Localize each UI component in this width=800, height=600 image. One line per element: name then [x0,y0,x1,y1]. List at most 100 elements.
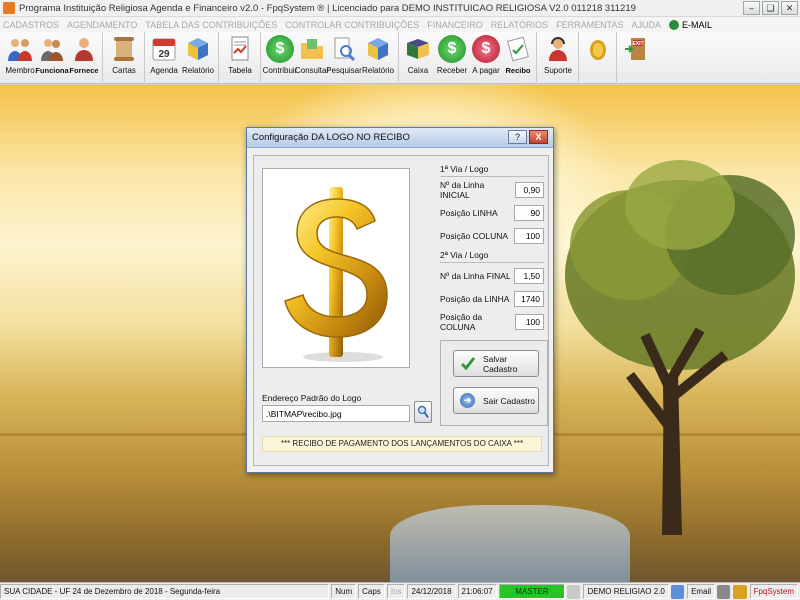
pesquisar-button[interactable]: Pesquisar [326,32,362,82]
posicao-da-linha-input[interactable]: 1740 [514,291,544,307]
agenda-label: Agenda [150,66,178,75]
save-button-label: Salvar Cadastro [483,353,518,374]
via2-row: Posição da COLUNA 100 [440,312,544,332]
menu-cadastros[interactable]: CADASTROS [3,20,59,30]
toolbar-group-cartas: Cartas [106,32,145,82]
caixa-button[interactable]: Caixa [402,32,434,82]
menu-financeiro[interactable]: FINANCEIRO [427,20,483,30]
menu-agendamento[interactable]: AGENDAMENTO [67,20,137,30]
relatorio-agenda-label: Relatório [181,66,214,75]
status-city-date: SUA CIDADE - UF 24 de Dezembro de 2018 -… [0,584,330,599]
posicao-coluna-input[interactable]: 100 [514,228,544,244]
posicao-coluna-label: Posição COLUNA [440,231,509,241]
suporte-button[interactable]: Suporte [540,32,576,82]
consultar-button[interactable]: Consultar [294,32,330,82]
status-caps: Caps [358,584,385,599]
browse-logo-button[interactable] [414,401,432,423]
checkmark-icon [460,356,475,371]
tabela-button[interactable]: Tabela [222,32,258,82]
members-icon [6,35,34,63]
consultar-label: Consultar [294,66,330,75]
dollar-green-icon: $ [266,35,294,63]
toolbar-group-tabela: Tabela [222,32,261,82]
menu-ferramentas[interactable]: FERRAMENTAS [556,20,623,30]
exit-cadastro-button[interactable]: ➜ Sair Cadastro [453,387,539,414]
suporte-label: Suporte [543,66,573,75]
toolbar-group-agenda: 29 Agenda Relatório [148,32,219,82]
relatorio-agenda-button[interactable]: Relatório [180,32,216,82]
linha-inicial-input[interactable]: 0,90 [514,182,544,198]
apagar-button[interactable]: $ A pagar [470,32,502,82]
folder-search-icon [298,35,326,63]
save-button[interactable]: Salvar Cadastro [453,350,539,377]
dollar-pay-icon: $ [472,35,500,63]
exit-button-label: Sair Cadastro [483,395,535,406]
menu-relatorios[interactable]: RELATÓRIOS [491,20,548,30]
printer-icon[interactable] [717,584,731,599]
restore-button[interactable]: ❏ [762,1,779,15]
apagar-label: A pagar [472,66,500,75]
agenda-button[interactable]: 29 Agenda [148,32,180,82]
menu-controlar-contribuicoes[interactable]: CONTROLAR CONTRIBUIÇÕES [285,20,419,30]
logo-address-input[interactable]: .\BITMAP\recibo.jpg [262,405,410,422]
contribuir-label: Contribuir [262,66,298,75]
linha-final-input[interactable]: 1,50 [514,268,544,284]
dollar-logo-image [284,187,388,362]
posicao-da-coluna-input[interactable]: 100 [515,314,544,330]
magnifier-document-icon [330,35,358,63]
close-window-button[interactable]: ✕ [781,1,798,15]
funciona-button[interactable]: Funciona [35,32,69,82]
cartas-label: Cartas [112,66,136,75]
linha-inicial-label: Nº da Linha INICIAL [440,180,485,200]
via2-row: Nº da Linha FINAL 1,50 [440,266,544,286]
calendar-icon: 29 [150,35,178,63]
contribuir-button[interactable]: $ Contribuir [262,32,298,82]
main-toolbar: Membro Funciona Fornece Cartas 29 Agenda… [0,32,800,84]
coins-button[interactable] [582,32,614,82]
receber-button[interactable]: $ Receber [434,32,470,82]
fornece-button[interactable]: Fornece [68,32,100,82]
menu-email[interactable]: E-MAIL [682,20,712,30]
toolbar-group-contribuicoes: $ Contribuir Consultar Pesquisar Relatór… [262,32,399,82]
menu-tabela-contribuicoes[interactable]: TABELA DAS CONTRIBUIÇÕES [145,20,277,30]
lock-icon[interactable] [733,584,747,599]
via1-section: 1ª Via / Logo Nº da Linha INICIAL 0,90 P… [440,164,544,246]
cartas-button[interactable]: Cartas [106,32,142,82]
relatorio-contribuicoes-button[interactable]: Relatório [360,32,396,82]
email-icon [668,19,679,30]
via2-row: Posição da LINHA 1740 [440,289,544,309]
via1-row: Posição LINHA 90 [440,203,544,223]
status-num: Num [331,584,357,599]
status-bar: SUA CIDADE - UF 24 de Dezembro de 2018 -… [0,582,800,600]
via2-header: 2ª Via / Logo [440,250,544,263]
caixa-label: Caixa [407,66,429,75]
dialog-body: 1ª Via / Logo Nº da Linha INICIAL 0,90 P… [253,155,549,466]
funciona-label: Funciona [35,66,69,75]
minimize-button[interactable]: – [743,1,760,15]
posicao-linha-input[interactable]: 90 [514,205,544,221]
status-email[interactable]: Email [687,584,716,599]
via1-row: Posição COLUNA 100 [440,226,544,246]
status-brand[interactable]: FpqSystem [749,584,799,599]
dialog-close-button[interactable]: X [529,130,548,144]
coins-icon [584,35,612,63]
posicao-da-coluna-label: Posição da COLUNA [440,312,483,332]
pc-icon [567,584,581,599]
supplier-icon [70,35,98,63]
dialog-help-button[interactable]: ? [508,130,527,144]
posicao-da-linha-label: Posição da LINHA [440,294,510,304]
logo-preview [262,168,410,368]
toolbar-group-exit: EXIT [620,32,654,82]
search-icon [417,405,429,419]
table-document-icon [226,35,254,63]
exit-app-button[interactable]: EXIT [620,32,652,82]
status-date: 24/12/2018 [407,584,456,599]
membro-button[interactable]: Membro [4,32,36,82]
tabela-label: Tabela [228,66,252,75]
recibo-button[interactable]: Recibo [502,32,534,82]
logo-config-dialog: Configuração DA LOGO NO RECIBO ? X 1ª Vi… [246,127,554,473]
toolbar-group-financeiro: Caixa $ Receber $ A pagar Recibo [402,32,537,82]
toolbar-group-cadastros: Membro Funciona Fornece [4,32,103,82]
status-master-badge: MASTER [498,584,566,599]
menu-ajuda[interactable]: AJUDA [631,20,661,30]
